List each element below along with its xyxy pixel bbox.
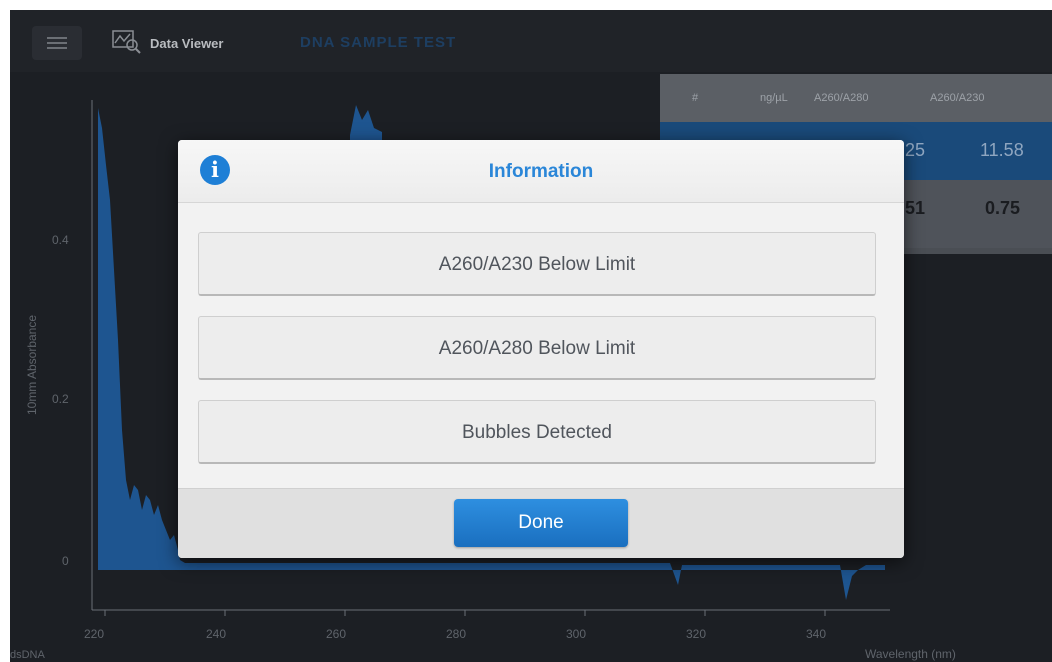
message-a260-a280[interactable]: A260/A280 Below Limit — [198, 316, 876, 380]
x-axis-label: Wavelength (nm) — [865, 647, 956, 661]
information-dialog: i Information A260/A230 Below Limit A260… — [178, 140, 904, 558]
x-tick-label: 300 — [566, 627, 586, 641]
dialog-title: Information — [488, 161, 594, 182]
spectrum-peak-260 — [350, 105, 382, 140]
table-cell: 51 — [905, 198, 926, 218]
message-a260-a230[interactable]: A260/A230 Below Limit — [198, 232, 876, 296]
x-tick-label: 260 — [326, 627, 346, 641]
x-tick-label: 240 — [206, 627, 226, 641]
sample-type-label: dsDNA — [10, 649, 45, 661]
done-button[interactable]: Done — [454, 499, 628, 547]
column-header[interactable]: # — [692, 92, 698, 104]
column-header[interactable]: ng/µL — [760, 92, 788, 104]
dialog-header: i Information — [178, 140, 904, 203]
table-cell: 25 — [905, 140, 926, 160]
table-cell: 0.75 — [985, 198, 1021, 218]
column-header[interactable]: A260/A230 — [930, 92, 984, 104]
table-cell: 11.58 — [980, 140, 1024, 160]
column-header[interactable]: A260/A280 — [814, 92, 868, 104]
message-bubbles-detected[interactable]: Bubbles Detected — [198, 400, 876, 464]
x-tick-label: 340 — [806, 627, 826, 641]
x-tick-label: 220 — [84, 627, 104, 641]
y-tick-label: 0.4 — [52, 233, 69, 247]
dialog-footer: Done — [178, 488, 904, 558]
y-tick-label: 0 — [62, 554, 69, 568]
x-tick-label: 320 — [686, 627, 706, 641]
x-tick-label: 280 — [446, 627, 466, 641]
app-screen: Data Viewer DNA SAMPLE TEST 0.4 0.2 0 22… — [10, 10, 1052, 662]
y-tick-label: 0.2 — [52, 392, 69, 406]
y-axis-label: 10mm Absorbance — [25, 314, 39, 416]
x-axis-ticks — [104, 610, 826, 616]
results-header: # ng/µL A260/A280 A260/A230 — [660, 74, 1052, 122]
